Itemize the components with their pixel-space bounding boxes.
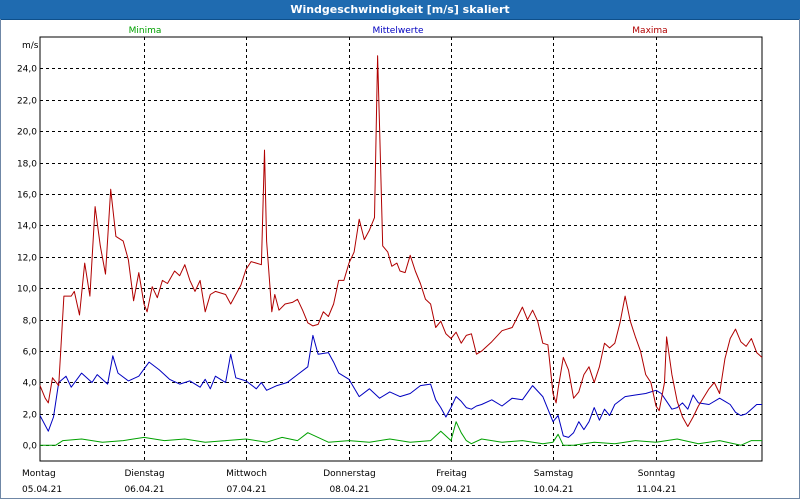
y-tick-label: 2,0 — [23, 411, 38, 421]
y-tick-label: 0,0 — [23, 442, 38, 452]
y-tick-label: 18,0 — [17, 160, 37, 170]
x-tick-day-label: Dienstag — [124, 469, 164, 479]
x-tick-date-label: 09.04.21 — [431, 485, 471, 495]
y-tick-label: 24,0 — [17, 65, 37, 75]
x-tick-day-label: Mittwoch — [226, 469, 267, 479]
y-tick-label: 8,0 — [23, 317, 38, 327]
line-chart: 0,0 2,0 4,0 6,0 8,0 10,0 12,0 14,0 16,0 18,0 20,0 2… — [17, 26, 763, 495]
x-tick-day-label: Samstag — [534, 469, 573, 479]
x-tick-day-label: Freitag — [436, 469, 467, 479]
x-tick-date-label: 08.04.21 — [329, 485, 369, 495]
x-tick-day-label: Montag — [22, 469, 56, 479]
series-line-minima — [40, 421, 762, 446]
x-tick-date-label: 10.04.21 — [533, 485, 573, 495]
series-line-maxima — [39, 55, 763, 427]
legend-maxima: Maxima — [632, 26, 667, 36]
y-tick-label: 4,0 — [23, 379, 38, 389]
legend-mittelwerte: Mittelwerte — [372, 26, 423, 36]
y-tick-label: 16,0 — [17, 191, 37, 201]
legend-minima: Minima — [129, 26, 162, 36]
y-axis-label: m/s — [22, 41, 39, 51]
y-tick-label: 10,0 — [17, 285, 37, 295]
x-tick-date-label: 07.04.21 — [226, 485, 266, 495]
y-tick-label: 6,0 — [23, 348, 38, 358]
x-tick-date-label: 06.04.21 — [124, 485, 164, 495]
x-tick-day-label: Donnerstag — [323, 469, 376, 479]
x-tick-date-label: 05.04.21 — [22, 485, 62, 495]
x-tick-date-label: 11.04.21 — [636, 485, 676, 495]
y-tick-label: 14,0 — [17, 222, 37, 232]
series-line-mittelwerte — [39, 334, 762, 438]
y-tick-label: 12,0 — [17, 254, 37, 264]
x-tick-day-label: Sonntag — [638, 469, 675, 479]
y-tick-label: 22,0 — [17, 97, 37, 107]
y-tick-label: 20,0 — [17, 128, 37, 138]
